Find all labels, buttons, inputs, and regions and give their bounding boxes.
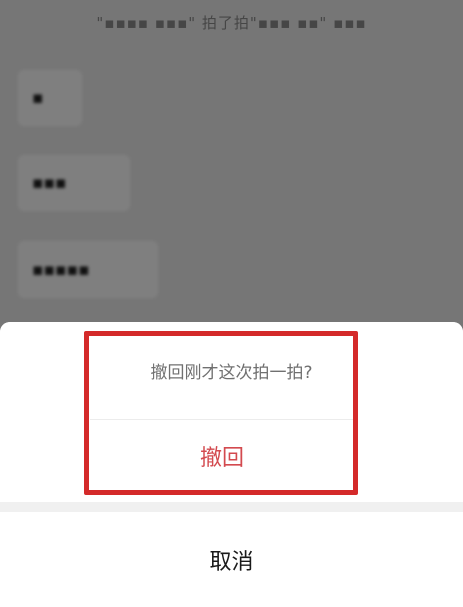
sheet-gap (0, 502, 463, 512)
revoke-prompt: 撤回刚才这次拍一拍? (150, 363, 313, 383)
action-sheet-main: 撤回刚才这次拍一拍? 撤回 (0, 322, 463, 502)
action-sheet: 撤回刚才这次拍一拍? 撤回 取消 (0, 322, 463, 607)
phone-screen: "▪▪▪▪ ▪▪▪" 拍了拍"▪▪▪ ▪▪" ▪▪▪ ▪ ▪▪▪ ▪▪▪▪▪ 撤… (0, 0, 463, 607)
revoke-button[interactable]: 撤回 (90, 420, 354, 492)
cancel-button[interactable]: 取消 (0, 512, 463, 607)
